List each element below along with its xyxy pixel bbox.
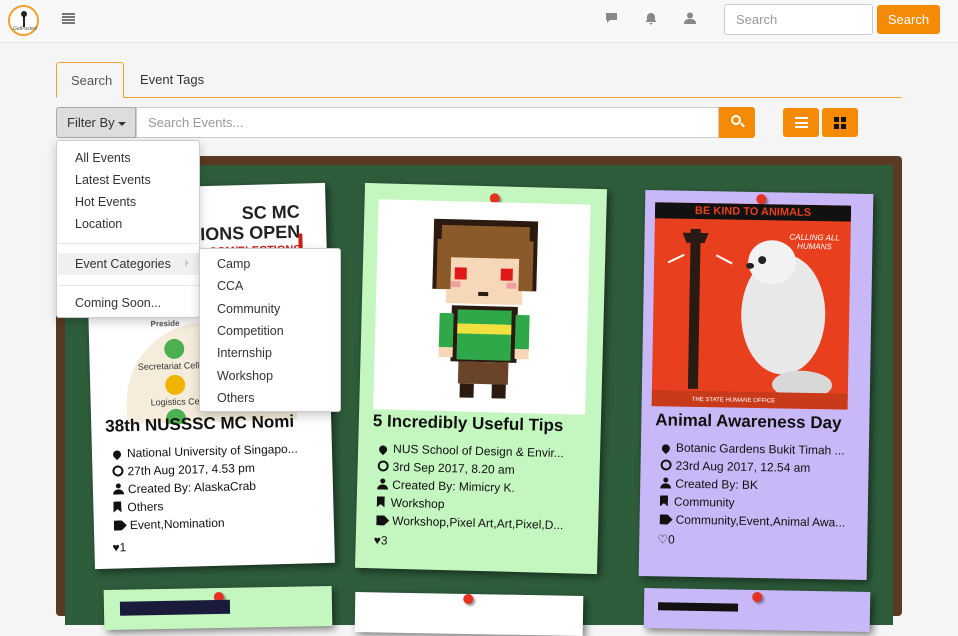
event-category: Community bbox=[660, 494, 735, 510]
pushpin-icon bbox=[463, 593, 474, 605]
user-icon[interactable] bbox=[684, 12, 696, 27]
app-logo[interactable]: GetPosted bbox=[8, 5, 39, 36]
pushpin-icon bbox=[752, 591, 763, 603]
menu-item-event-categories[interactable]: Event Categories bbox=[75, 257, 171, 271]
bell-icon[interactable] bbox=[645, 12, 657, 28]
menu-divider bbox=[58, 243, 200, 244]
categories-submenu: Camp CCA Community Competition Internshi… bbox=[199, 248, 341, 412]
bookmark-icon bbox=[113, 501, 121, 512]
logo-text: GetPosted bbox=[13, 26, 37, 32]
tags-icon bbox=[660, 514, 673, 524]
menu-toggle-icon[interactable] bbox=[62, 13, 75, 24]
like-count: 3 bbox=[380, 533, 388, 548]
bookmark-icon bbox=[377, 496, 385, 507]
menu-item-hot-events[interactable]: Hot Events bbox=[75, 195, 136, 209]
event-creator: Created By: BK bbox=[660, 476, 758, 492]
grid-icon bbox=[834, 117, 846, 129]
tags-icon bbox=[376, 515, 389, 525]
poster-text: Logistics Cell bbox=[150, 396, 204, 408]
map-marker-icon bbox=[377, 443, 389, 456]
event-card[interactable] bbox=[354, 592, 584, 636]
event-datetime: 3rd Sep 2017, 8.20 am bbox=[377, 459, 515, 477]
heart-icon: ♡ bbox=[657, 532, 669, 547]
menu-item-location[interactable]: Location bbox=[75, 217, 122, 231]
category-camp[interactable]: Camp bbox=[217, 257, 250, 271]
event-card[interactable]: BE KIND TO ANIMALS CALLING ALL HUMANS TH… bbox=[638, 190, 874, 580]
poster-text: Preside bbox=[150, 318, 180, 329]
clock-icon bbox=[660, 459, 672, 471]
event-tags: Community,Event,Animal Awa... bbox=[660, 512, 858, 530]
pushpin-icon bbox=[756, 193, 767, 205]
menu-item-all-events[interactable]: All Events bbox=[75, 151, 131, 165]
user-icon bbox=[660, 477, 671, 488]
event-datetime: 27th Aug 2017, 4.53 pm bbox=[112, 461, 255, 479]
poster-slogan: CALLING ALL HUMANS bbox=[789, 232, 840, 252]
like-count: 1 bbox=[119, 540, 127, 555]
event-datetime: 23rd Aug 2017, 12.54 am bbox=[660, 458, 810, 475]
user-icon bbox=[377, 478, 388, 489]
menu-divider bbox=[58, 285, 200, 286]
list-icon bbox=[795, 117, 808, 128]
chat-icon[interactable] bbox=[605, 12, 618, 27]
tab-search[interactable]: Search bbox=[56, 62, 124, 98]
poster-text: SC MC bbox=[241, 201, 300, 224]
tab-bar: Search Event Tags bbox=[56, 62, 902, 98]
category-community[interactable]: Community bbox=[217, 302, 280, 316]
poster-text: IONS OPEN bbox=[199, 221, 301, 245]
events-search-input[interactable]: Search Events... bbox=[136, 107, 719, 138]
event-poster-image bbox=[373, 199, 591, 415]
like-count: 0 bbox=[667, 532, 675, 547]
event-title[interactable]: 38th NUSSSC MC Nomi bbox=[105, 411, 319, 437]
event-card[interactable] bbox=[103, 586, 333, 630]
menu-item-coming-soon[interactable]: Coming Soon... bbox=[75, 296, 161, 310]
category-competition[interactable]: Competition bbox=[217, 324, 284, 338]
menu-item-latest-events[interactable]: Latest Events bbox=[75, 173, 151, 187]
category-others[interactable]: Others bbox=[217, 391, 255, 405]
clock-icon bbox=[112, 465, 124, 477]
filter-dropdown-menu: All Events Latest Events Hot Events Loca… bbox=[56, 140, 200, 318]
event-category: Workshop bbox=[377, 495, 445, 511]
map-marker-icon bbox=[660, 442, 672, 455]
map-marker-icon bbox=[111, 448, 123, 461]
event-location: NUS School of Design & Envir... bbox=[377, 441, 582, 460]
event-tags: Workshop,Pixel Art,Art,Pixel,D... bbox=[376, 513, 582, 532]
tab-event-tags[interactable]: Event Tags bbox=[126, 62, 218, 98]
like-button[interactable]: ♡0 bbox=[657, 532, 675, 546]
event-title[interactable]: Animal Awareness Day bbox=[655, 410, 861, 434]
navbar-search-button[interactable]: Search bbox=[877, 5, 940, 34]
event-poster-image bbox=[657, 602, 739, 612]
category-workshop[interactable]: Workshop bbox=[217, 369, 273, 383]
event-card[interactable] bbox=[643, 588, 871, 632]
event-card[interactable]: 5 Incredibly Useful Tips NUS School of D… bbox=[355, 182, 607, 575]
like-button[interactable]: ♥1 bbox=[112, 540, 126, 554]
user-icon bbox=[113, 483, 124, 494]
event-poster-image: BE KIND TO ANIMALS CALLING ALL HUMANS TH… bbox=[651, 202, 852, 410]
event-location: National University of Singapo... bbox=[111, 441, 322, 461]
event-title[interactable]: 5 Incredibly Useful Tips bbox=[373, 411, 593, 437]
category-cca[interactable]: CCA bbox=[217, 279, 243, 293]
chevron-right-icon bbox=[185, 259, 189, 267]
event-creator: Created By: Mimicry K. bbox=[377, 477, 515, 495]
category-internship[interactable]: Internship bbox=[217, 346, 272, 360]
tags-icon bbox=[114, 520, 127, 530]
like-button[interactable]: ♥3 bbox=[374, 533, 388, 547]
event-creator: Created By: AlaskaCrab bbox=[113, 479, 256, 497]
filter-by-label: Filter By bbox=[67, 115, 115, 130]
caret-down-icon bbox=[117, 121, 126, 126]
bookmark-icon bbox=[660, 495, 668, 506]
event-location: Botanic Gardens Bukit Timah ... bbox=[660, 440, 857, 458]
filter-by-button[interactable]: Filter By bbox=[56, 107, 136, 138]
list-view-button[interactable] bbox=[783, 108, 819, 137]
top-navbar: GetPosted Search Search bbox=[0, 0, 958, 43]
event-tags: Event,Nomination bbox=[114, 516, 225, 533]
events-search-button[interactable] bbox=[719, 107, 755, 138]
grid-view-button[interactable] bbox=[822, 108, 858, 137]
navbar-search-input[interactable]: Search bbox=[724, 4, 873, 35]
poster-text: Secretariat Cell bbox=[137, 360, 200, 372]
event-category: Others bbox=[113, 499, 164, 514]
clock-icon bbox=[377, 460, 389, 472]
pixel-art-character-image bbox=[432, 218, 539, 399]
